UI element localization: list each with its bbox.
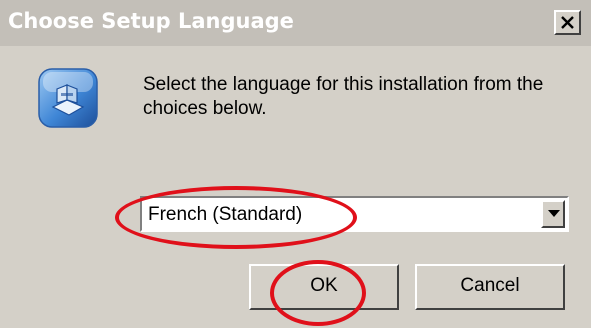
ok-button[interactable]: OK <box>249 264 399 310</box>
dialog-title: Choose Setup Language <box>8 9 294 33</box>
selected-language: French (Standard) <box>148 204 303 225</box>
chevron-down-icon <box>548 210 560 217</box>
cancel-button[interactable]: Cancel <box>415 264 565 310</box>
title-bar[interactable]: Choose Setup Language <box>0 0 591 46</box>
close-button[interactable] <box>554 10 581 35</box>
close-icon <box>561 16 574 29</box>
setup-language-dialog: Choose Setup Language Select the languag… <box>0 0 591 328</box>
instruction-text: Select the language for this installatio… <box>143 74 544 119</box>
installer-icon <box>37 67 99 129</box>
language-select[interactable]: French (Standard) <box>140 196 569 232</box>
dropdown-button[interactable] <box>541 200 565 228</box>
